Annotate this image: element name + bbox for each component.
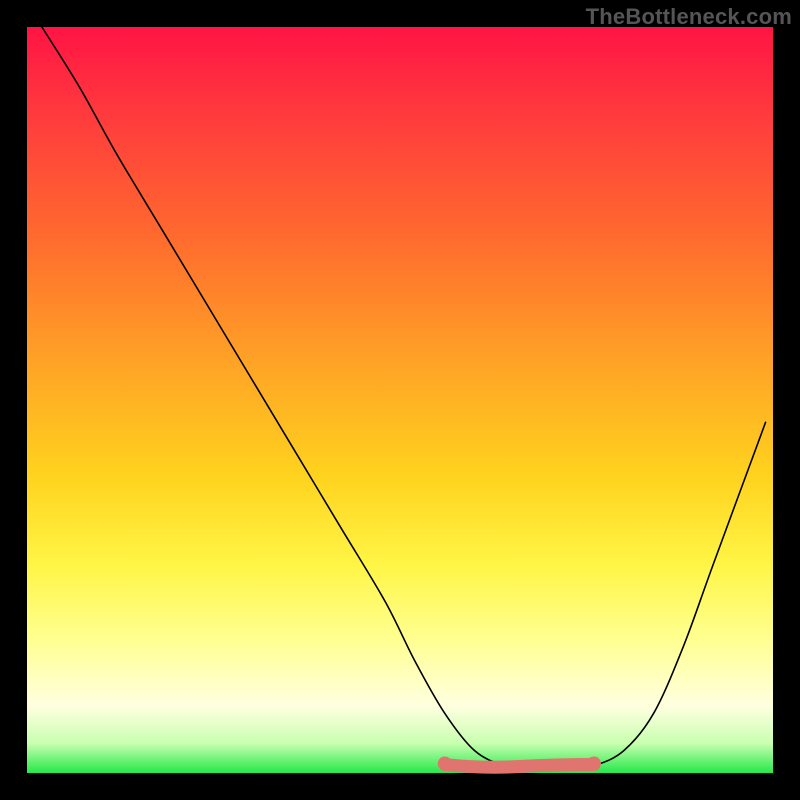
curve-svg <box>27 27 773 773</box>
chart-container: TheBottleneck.com <box>0 0 800 800</box>
plot-area <box>27 27 773 773</box>
highlight-endcap-left <box>438 757 452 771</box>
flat-minimum-highlight <box>445 765 594 768</box>
highlight-endcap-right <box>587 757 601 771</box>
bottleneck-curve-line <box>42 27 766 770</box>
